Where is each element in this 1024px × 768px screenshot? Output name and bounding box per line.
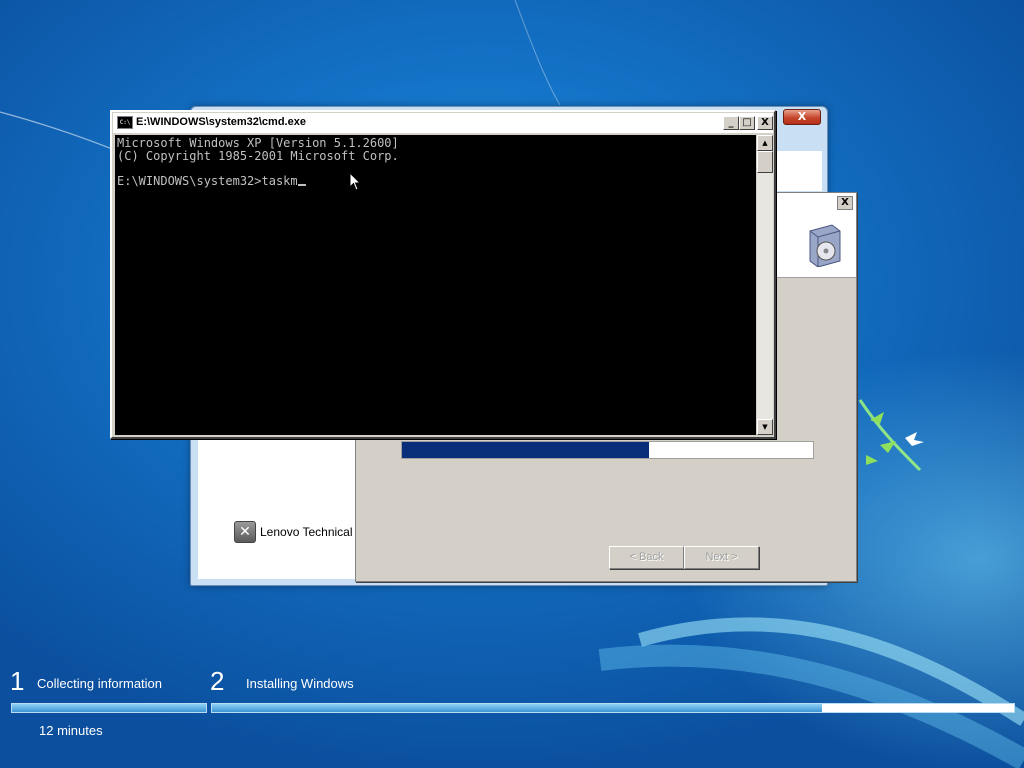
step2-number: 2 [210, 666, 225, 696]
cmd-titlebar[interactable]: C:\ E:\WINDOWS\system32\cmd.exe _ □ X [113, 113, 773, 133]
minimize-button[interactable]: _ [723, 116, 739, 130]
text-cursor [297, 183, 306, 186]
wizard-progress-bar [401, 441, 814, 459]
console-prompt-line: E:\WINDOWS\system32>taskm [117, 175, 754, 188]
wizard-close-button[interactable]: X [837, 196, 853, 210]
back-button[interactable]: < Back [609, 546, 684, 569]
scroll-thumb[interactable] [757, 151, 773, 173]
step1-label: Collecting information [37, 676, 163, 691]
step2-progress-bar [211, 703, 1015, 713]
console-output[interactable]: Microsoft Windows XP [Version 5.1.2600](… [115, 135, 756, 435]
step2-progress-fill [212, 704, 822, 712]
step1-progress-bar [11, 703, 207, 713]
time-remaining: 12 minutes [39, 723, 103, 738]
step2-label: Installing Windows [246, 676, 354, 691]
console-line: Microsoft Windows XP [Version 5.1.2600] [117, 136, 399, 150]
setup-side-pane: ✕ Lenovo Technical [198, 437, 358, 579]
cmd-title: E:\WINDOWS\system32\cmd.exe [136, 116, 306, 128]
installer-box-icon [809, 224, 841, 267]
scroll-down-arrow-icon[interactable]: ▼ [757, 419, 773, 435]
scroll-up-arrow-icon[interactable]: ▲ [757, 135, 773, 151]
cmd-icon[interactable]: C:\ [117, 116, 133, 129]
close-button[interactable]: X [757, 116, 773, 130]
console-line: (C) Copyright 1985-2001 Microsoft Corp. [117, 148, 399, 163]
next-button[interactable]: Next > [684, 546, 759, 569]
lenovo-tools-icon: ✕ [234, 521, 256, 543]
console-prompt: E:\WINDOWS\system32>taskm [117, 173, 298, 188]
mouse-pointer-icon [349, 172, 361, 191]
lenovo-brand-label: Lenovo Technical [260, 525, 353, 539]
maximize-button[interactable]: □ [739, 116, 755, 130]
wizard-progress-fill [402, 442, 649, 458]
step1-number: 1 [10, 666, 25, 696]
vertical-scrollbar[interactable]: ▲ ▼ [757, 135, 773, 435]
setup-close-button[interactable]: X [783, 109, 821, 125]
cmd-window[interactable]: C:\ E:\WINDOWS\system32\cmd.exe _ □ X Mi… [110, 110, 776, 439]
lenovo-brand: ✕ Lenovo Technical [234, 521, 353, 543]
